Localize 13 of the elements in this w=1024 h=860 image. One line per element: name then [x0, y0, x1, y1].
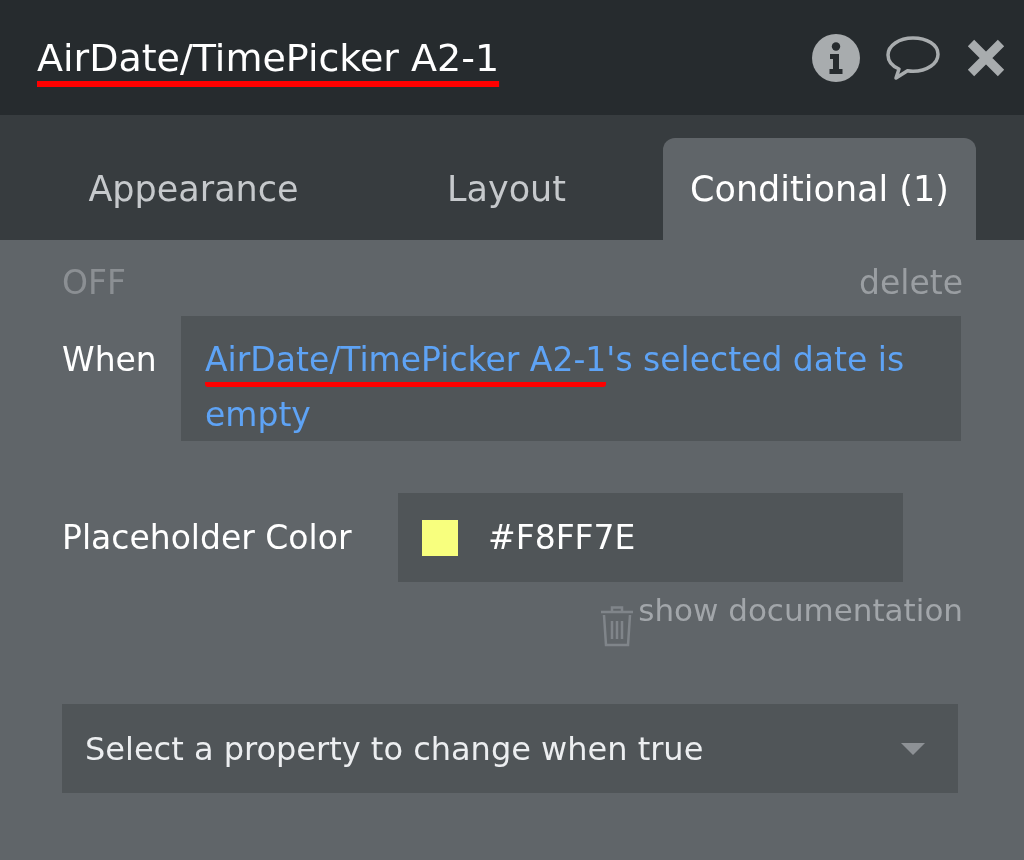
color-swatch-icon[interactable]: [422, 519, 458, 556]
property-dropdown[interactable]: Select a property to change when true: [62, 704, 958, 793]
info-icon[interactable]: [812, 33, 860, 82]
when-label: When: [62, 339, 158, 381]
close-icon[interactable]: [966, 37, 1006, 78]
color-input-field[interactable]: #F8FF7E: [398, 493, 903, 582]
caret-icon: [901, 742, 925, 755]
speech-bubble-icon[interactable]: [885, 34, 941, 81]
tab[interactable]: Appearance: [37, 138, 350, 240]
tab[interactable]: Layout: [350, 138, 663, 240]
property-label: Placeholder Color: [62, 518, 353, 557]
tab[interactable]: Conditional (1): [663, 138, 976, 240]
panel-title: AirDate/TimePicker A2-1: [37, 34, 500, 81]
